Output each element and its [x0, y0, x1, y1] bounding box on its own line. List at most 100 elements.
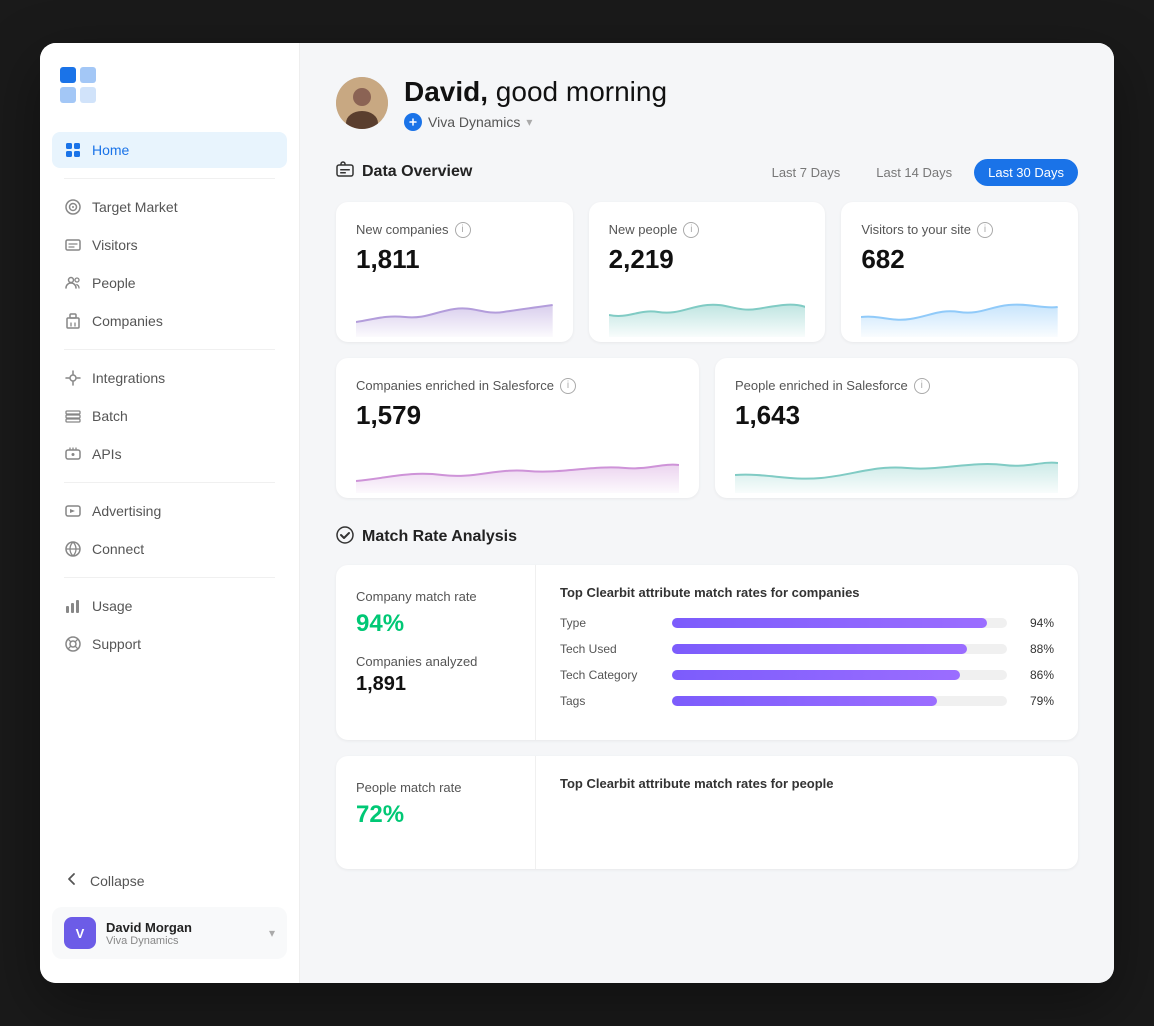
companies-analyzed-label: Companies analyzed — [356, 654, 515, 669]
companies-salesforce-label: Companies enriched in Salesforce i — [356, 378, 679, 394]
date-filter-7days[interactable]: Last 7 Days — [758, 159, 855, 186]
sidebar-item-label: People — [92, 275, 136, 291]
home-icon — [64, 141, 82, 159]
company-match-right: Top Clearbit attribute match rates for c… — [536, 565, 1078, 740]
company-match-left: Company match rate 94% Companies analyze… — [336, 565, 536, 740]
new-people-card: New people i 2,219 — [589, 202, 826, 342]
visitors-site-value: 682 — [861, 244, 1058, 275]
sidebar-item-label: Connect — [92, 541, 144, 557]
bar-track-tech-category — [672, 670, 1007, 680]
people-chart-title: Top Clearbit attribute match rates for p… — [560, 776, 1054, 791]
user-info: David Morgan Viva Dynamics — [106, 920, 259, 947]
workspace-selector[interactable]: Viva Dynamics ▾ — [404, 113, 667, 131]
bottom-stats-row: Companies enriched in Salesforce i 1,579 — [336, 358, 1078, 498]
sidebar-item-label: Visitors — [92, 237, 138, 253]
sidebar-item-batch[interactable]: Batch — [52, 398, 287, 434]
bar-fill-tech-used — [672, 644, 967, 654]
date-filter-30days[interactable]: Last 30 Days — [974, 159, 1078, 186]
info-icon-companies-sf[interactable]: i — [560, 378, 576, 394]
collapse-button[interactable]: Collapse — [52, 862, 287, 899]
sidebar-item-support[interactable]: Support — [52, 626, 287, 662]
date-filters: Last 7 Days Last 14 Days Last 30 Days — [758, 159, 1078, 186]
people-match-rate-label: People match rate — [356, 780, 515, 795]
sidebar-item-advertising[interactable]: Advertising — [52, 493, 287, 529]
user-avatar-large — [336, 77, 388, 129]
match-rate-header: Match Rate Analysis — [336, 526, 1078, 549]
bar-pct-tags: 79% — [1019, 694, 1054, 708]
sidebar-item-people[interactable]: People — [52, 265, 287, 301]
info-icon-people-sf[interactable]: i — [914, 378, 930, 394]
overview-icon — [336, 161, 354, 184]
sidebar-item-target-market[interactable]: Target Market — [52, 189, 287, 225]
companies-analyzed-value: 1,891 — [356, 673, 515, 696]
bar-track-type — [672, 618, 1007, 628]
sidebar-item-home[interactable]: Home — [52, 132, 287, 168]
logo — [40, 67, 299, 132]
sidebar-bottom: Collapse V David Morgan Viva Dynamics ▾ — [40, 862, 299, 959]
bar-track-tech-used — [672, 644, 1007, 654]
visitors-icon — [64, 236, 82, 254]
new-companies-card: New companies i 1,811 — [336, 202, 573, 342]
people-salesforce-label: People enriched in Salesforce i — [735, 378, 1058, 394]
workspace-name: Viva Dynamics — [428, 114, 520, 130]
company-match-card: Company match rate 94% Companies analyze… — [336, 565, 1078, 740]
header-text: David, good morning Viva Dynamics ▾ — [404, 75, 667, 131]
visitors-site-card: Visitors to your site i 682 — [841, 202, 1078, 342]
company-chart-title: Top Clearbit attribute match rates for c… — [560, 585, 1054, 600]
nav-divider-3 — [64, 482, 275, 483]
sidebar-nav: Home Target Market — [40, 132, 299, 862]
bar-row-tech-category: Tech Category 86% — [560, 668, 1054, 682]
sidebar-item-connect[interactable]: Connect — [52, 531, 287, 567]
companies-salesforce-card: Companies enriched in Salesforce i 1,579 — [336, 358, 699, 498]
info-icon-people[interactable]: i — [683, 222, 699, 238]
nav-divider-2 — [64, 349, 275, 350]
match-rate-title: Match Rate Analysis — [336, 526, 517, 549]
greeting-title: David, good morning — [404, 75, 667, 109]
collapse-label: Collapse — [90, 873, 144, 889]
sidebar-item-usage[interactable]: Usage — [52, 588, 287, 624]
target-icon — [64, 198, 82, 216]
bar-fill-tags — [672, 696, 937, 706]
sidebar-item-apis[interactable]: APIs — [52, 436, 287, 472]
bar-label-type: Type — [560, 616, 660, 630]
chevron-down-icon: ▾ — [269, 926, 275, 940]
sidebar-item-integrations[interactable]: Integrations — [52, 360, 287, 396]
info-icon-companies[interactable]: i — [455, 222, 471, 238]
sidebar-item-label: Integrations — [92, 370, 165, 386]
bar-row-tags: Tags 79% — [560, 694, 1054, 708]
sidebar-item-label: Target Market — [92, 199, 178, 215]
bar-label-tech-category: Tech Category — [560, 668, 660, 682]
sidebar-item-label: Support — [92, 636, 141, 652]
sidebar-item-label: Usage — [92, 598, 132, 614]
data-overview-text: Data Overview — [362, 163, 472, 181]
support-icon — [64, 635, 82, 653]
sidebar-item-label: APIs — [92, 446, 122, 462]
bar-label-tags: Tags — [560, 694, 660, 708]
sidebar-item-label: Home — [92, 142, 129, 158]
match-rate-icon — [336, 526, 354, 549]
people-match-left: People match rate 72% — [336, 756, 536, 869]
company-match-rate-value: 94% — [356, 610, 515, 638]
greeting-name: David, — [404, 76, 488, 107]
top-stats-row: New companies i 1,811 — [336, 202, 1078, 342]
match-rate-text: Match Rate Analysis — [362, 528, 517, 546]
bar-label-tech-used: Tech Used — [560, 642, 660, 656]
main-content: David, good morning Viva Dynamics ▾ — [300, 43, 1114, 983]
bar-row-tech-used: Tech Used 88% — [560, 642, 1054, 656]
new-people-label: New people i — [609, 222, 806, 238]
sidebar-item-label: Batch — [92, 408, 128, 424]
user-name: David Morgan — [106, 920, 259, 935]
usage-icon — [64, 597, 82, 615]
page-header: David, good morning Viva Dynamics ▾ — [336, 75, 1078, 131]
user-card[interactable]: V David Morgan Viva Dynamics ▾ — [52, 907, 287, 959]
match-rate-section: Match Rate Analysis Company match rate 9… — [336, 526, 1078, 869]
sidebar-item-companies[interactable]: Companies — [52, 303, 287, 339]
avatar: V — [64, 917, 96, 949]
visitors-site-label: Visitors to your site i — [861, 222, 1058, 238]
people-match-right: Top Clearbit attribute match rates for p… — [536, 756, 1078, 869]
sidebar-item-label: Advertising — [92, 503, 161, 519]
date-filter-14days[interactable]: Last 14 Days — [862, 159, 966, 186]
info-icon-visitors[interactable]: i — [977, 222, 993, 238]
user-company: Viva Dynamics — [106, 935, 259, 947]
sidebar-item-visitors[interactable]: Visitors — [52, 227, 287, 263]
